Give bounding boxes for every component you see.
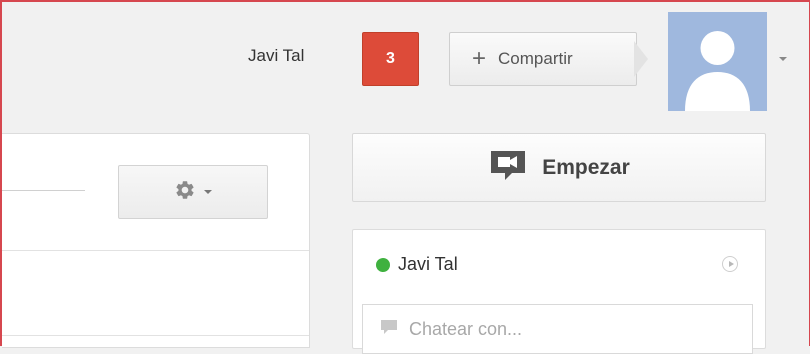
plus-icon: + bbox=[472, 45, 487, 72]
panel-divider bbox=[0, 190, 85, 191]
share-label: Compartir bbox=[498, 49, 573, 68]
chat-user-name[interactable]: Javi Tal bbox=[398, 254, 458, 275]
start-hangout-button[interactable]: Empezar bbox=[352, 133, 766, 202]
avatar[interactable] bbox=[668, 12, 767, 111]
chat-search-input[interactable]: Chatear con... bbox=[362, 304, 753, 354]
notification-badge[interactable]: 3 bbox=[362, 32, 419, 86]
start-hangout-label: Empezar bbox=[542, 155, 630, 179]
person-silhouette-icon bbox=[685, 31, 750, 111]
video-camera-icon bbox=[488, 149, 528, 187]
share-button-arrow bbox=[634, 41, 648, 77]
chevron-down-icon[interactable] bbox=[779, 57, 787, 61]
online-status-icon bbox=[376, 258, 390, 272]
chat-options-icon[interactable] bbox=[722, 256, 738, 272]
chat-bubble-icon bbox=[379, 318, 399, 341]
settings-button[interactable] bbox=[118, 165, 268, 219]
chat-input-placeholder: Chatear con... bbox=[409, 318, 523, 339]
header-user-name[interactable]: Javi Tal bbox=[248, 46, 304, 66]
share-button[interactable]: + Compartir bbox=[449, 32, 637, 86]
chevron-down-icon bbox=[204, 190, 212, 194]
gear-icon bbox=[174, 179, 196, 206]
panel-divider bbox=[2, 250, 309, 251]
notification-count: 3 bbox=[386, 50, 395, 67]
panel-divider bbox=[2, 335, 309, 336]
